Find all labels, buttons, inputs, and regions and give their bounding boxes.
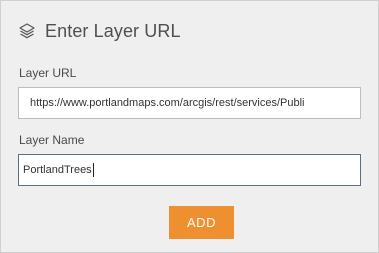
layer-name-label: Layer Name: [19, 133, 85, 147]
layer-name-value: PortlandTrees: [23, 164, 92, 176]
panel-header: Enter Layer URL: [18, 20, 181, 42]
layer-url-label: Layer URL: [19, 66, 77, 80]
layer-url-value: https://www.portlandmaps.com/arcgis/rest…: [30, 97, 305, 109]
layers-icon: [18, 22, 36, 40]
layer-url-input[interactable]: https://www.portlandmaps.com/arcgis/rest…: [18, 87, 361, 119]
panel-title: Enter Layer URL: [45, 20, 181, 41]
add-button[interactable]: ADD: [169, 206, 234, 239]
text-caret: [92, 163, 94, 177]
layer-name-input[interactable]: PortlandTrees: [18, 154, 361, 186]
enter-layer-url-panel: Enter Layer URL Layer URL https://www.po…: [0, 0, 379, 253]
